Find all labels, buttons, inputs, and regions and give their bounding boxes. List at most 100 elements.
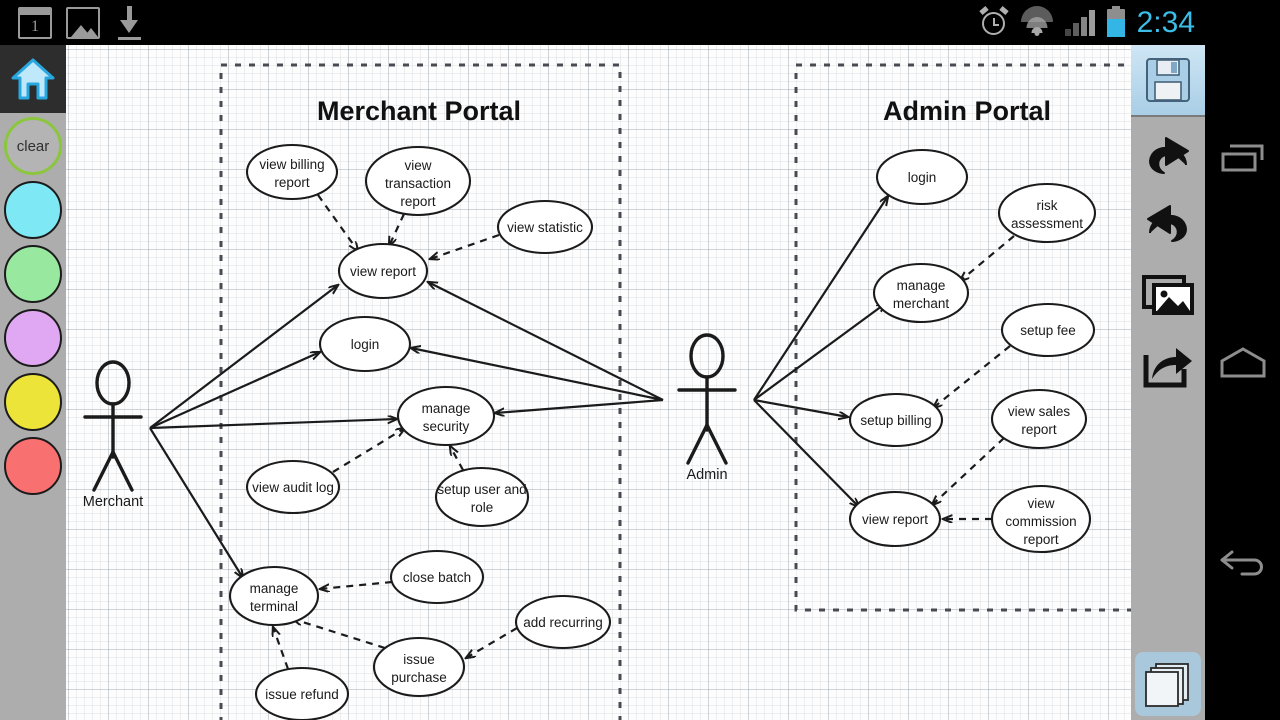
swatch-yellow[interactable] — [4, 373, 62, 431]
notification-badge-icon: 1 — [18, 7, 52, 39]
use-case-label: risk — [1037, 198, 1058, 213]
status-bar-clock: 2:34 — [1136, 6, 1195, 39]
use-case-a-login[interactable]: login — [875, 148, 969, 206]
use-case-label: close batch — [403, 570, 471, 585]
use-case-m-view-audit-log[interactable]: view audit log — [245, 459, 341, 515]
share-button[interactable] — [1131, 333, 1205, 399]
use-case-label: assessment — [1011, 216, 1083, 231]
use-case-label: report — [274, 175, 310, 190]
actor-merchant[interactable]: Merchant — [83, 360, 143, 510]
android-navigation-bar — [1205, 0, 1280, 720]
use-case-label: view sales — [1008, 404, 1071, 419]
use-case-label: add recurring — [523, 615, 603, 630]
home-pentagon-icon — [1220, 347, 1265, 378]
associations-admin-portal — [753, 196, 888, 507]
swatch-red[interactable] — [4, 437, 62, 495]
back-button[interactable] — [1205, 525, 1280, 595]
gallery-icon — [66, 7, 100, 39]
use-case-m-manage-terminal[interactable]: manage terminal — [228, 565, 320, 627]
use-case-label: issue refund — [265, 687, 339, 702]
use-case-label: terminal — [250, 599, 298, 614]
signal-icon — [1064, 10, 1095, 36]
use-case-a-view-sales-report[interactable]: view sales report — [990, 388, 1088, 450]
actor-admin[interactable]: Admin — [677, 333, 737, 483]
use-case-m-manage-security[interactable]: manage security — [396, 385, 496, 447]
actor-label: Admin — [686, 467, 727, 483]
portal-title-admin: Admin Portal — [883, 96, 1051, 126]
swatch-clear[interactable]: clear — [4, 117, 62, 175]
android-screen: 1 2:34 clear Merchant Portal Admin Porta… — [0, 0, 1280, 720]
use-case-label: report — [400, 194, 436, 209]
use-case-label: login — [351, 337, 380, 352]
use-case-label: setup fee — [1020, 323, 1076, 338]
back-arrow-icon — [1220, 550, 1263, 576]
layers-icon — [1145, 663, 1189, 707]
home-icon — [11, 58, 55, 100]
use-case-m-issue-purchase[interactable]: issue purchase — [372, 636, 466, 698]
use-case-a-view-commission-report[interactable]: view commission report — [990, 484, 1092, 554]
use-case-a-view-report[interactable]: view report — [848, 490, 942, 548]
use-case-m-add-recurring[interactable]: add recurring — [514, 594, 612, 650]
use-case-label: security — [423, 419, 470, 434]
use-case-diagram: Merchant Portal Admin Portal view billin… — [83, 63, 1131, 720]
home-button[interactable] — [1205, 328, 1280, 398]
status-bar-system: 2:34 — [978, 4, 1195, 42]
drawing-canvas[interactable]: Merchant Portal Admin Portal view billin… — [66, 45, 1131, 720]
swatch-green[interactable] — [4, 245, 62, 303]
floppy-disk-icon — [1146, 58, 1190, 102]
wifi-icon — [1020, 6, 1053, 36]
use-case-label: view report — [862, 512, 928, 527]
use-case-a-manage-merchant[interactable]: manage merchant — [872, 262, 970, 324]
use-case-label: login — [908, 170, 937, 185]
battery-icon — [1106, 6, 1125, 37]
alarm-icon — [978, 6, 1009, 38]
save-button[interactable] — [1131, 45, 1205, 117]
use-case-label: setup user and — [437, 482, 526, 497]
notification-count: 1 — [31, 17, 39, 35]
use-case-m-view-transaction-report[interactable]: view transaction report — [364, 145, 472, 217]
status-bar-notifications: 1 — [18, 6, 144, 40]
use-case-a-risk-assessment[interactable]: risk assessment — [997, 182, 1097, 244]
use-case-m-close-batch[interactable]: close batch — [389, 549, 485, 605]
use-case-label: view report — [350, 264, 416, 279]
recents-icon — [1221, 144, 1263, 172]
status-bar: 1 2:34 — [0, 0, 1205, 45]
swatch-cyan[interactable] — [4, 181, 62, 239]
use-case-a-setup-fee[interactable]: setup fee — [1000, 302, 1096, 358]
palette-home-button[interactable] — [0, 45, 66, 113]
use-case-label: manage — [897, 278, 946, 293]
use-case-label: transaction — [385, 176, 451, 191]
actor-label: Merchant — [83, 494, 143, 510]
portal-title-merchant: Merchant Portal — [317, 96, 521, 126]
image-icon — [1142, 275, 1194, 315]
use-case-m-setup-user-and-role[interactable]: setup user and role — [434, 466, 530, 528]
use-case-m-view-report[interactable]: view report — [337, 242, 429, 300]
use-case-label: report — [1023, 532, 1059, 547]
use-case-label: manage — [422, 401, 471, 416]
swatch-violet[interactable] — [4, 309, 62, 367]
recents-button[interactable] — [1205, 125, 1280, 195]
use-case-label: role — [471, 500, 494, 515]
use-case-label: merchant — [893, 296, 950, 311]
redo-button[interactable] — [1131, 193, 1205, 259]
use-case-label: setup billing — [860, 413, 931, 428]
use-case-label: view statistic — [507, 220, 583, 235]
use-case-label: view — [1027, 496, 1054, 511]
use-case-label: report — [1021, 422, 1057, 437]
use-case-m-login[interactable]: login — [318, 315, 412, 373]
editor-toolbar — [1131, 45, 1205, 720]
use-case-m-view-billing-report[interactable]: view billing report — [245, 143, 339, 201]
pages-button[interactable] — [1135, 652, 1201, 716]
redo-arrow-icon — [1147, 205, 1187, 242]
use-case-label: issue — [403, 652, 435, 667]
use-case-m-view-statistic[interactable]: view statistic — [496, 199, 594, 255]
gallery-button[interactable] — [1131, 263, 1205, 329]
use-case-label: commission — [1005, 514, 1076, 529]
undo-button[interactable] — [1131, 125, 1205, 191]
use-case-label: view audit log — [252, 480, 334, 495]
color-palette-sidebar: clear — [0, 45, 66, 720]
use-case-label: view billing — [259, 157, 324, 172]
use-case-m-issue-refund[interactable]: issue refund — [254, 666, 350, 720]
use-case-a-setup-billing[interactable]: setup billing — [848, 392, 944, 448]
swatch-clear-label: clear — [16, 137, 50, 155]
